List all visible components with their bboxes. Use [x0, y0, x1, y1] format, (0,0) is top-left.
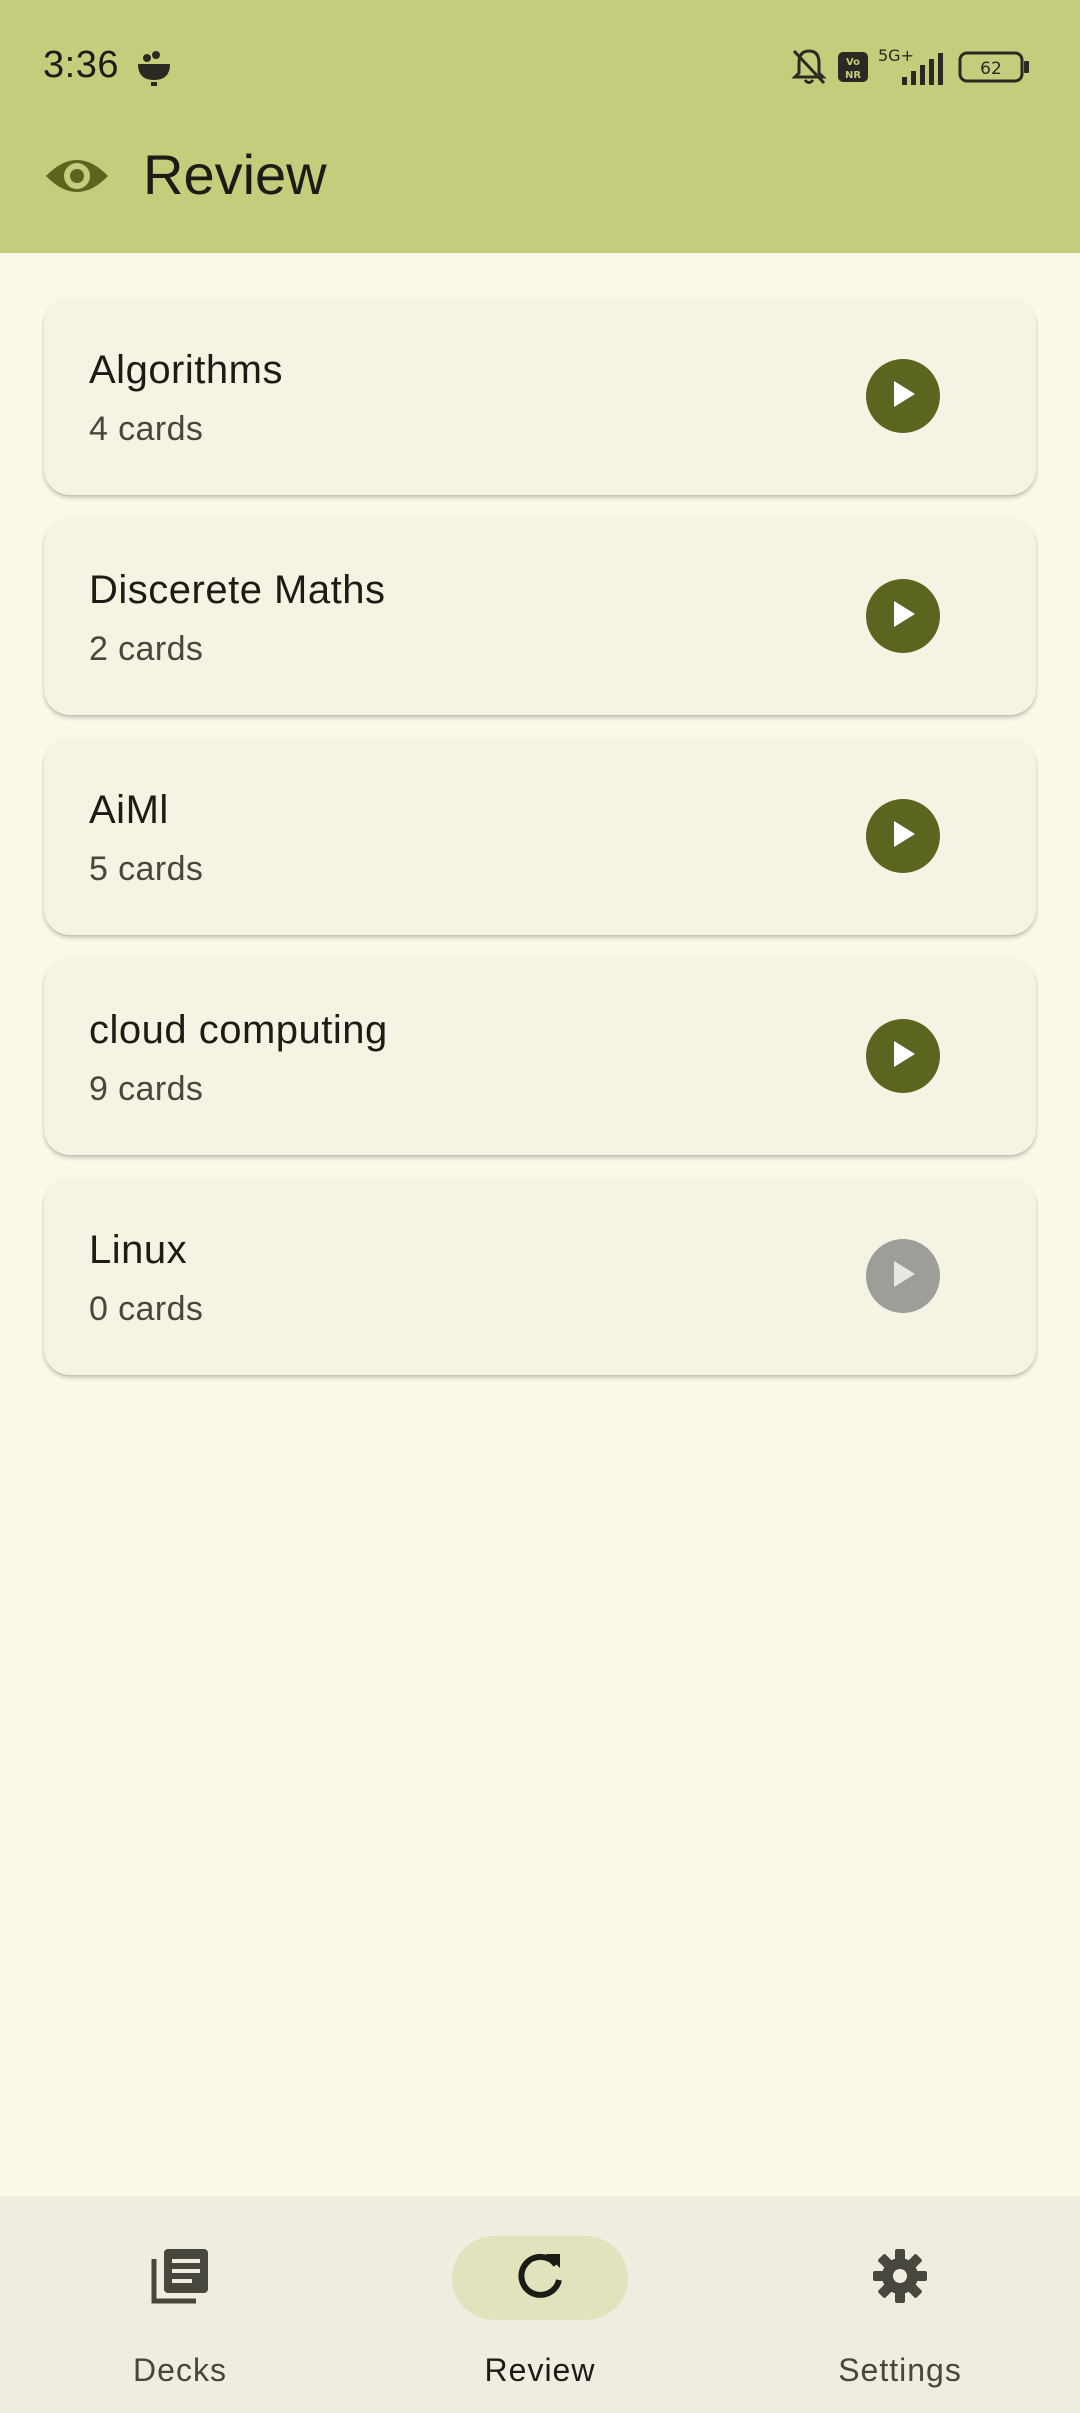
- nav-item-settings[interactable]: Settings: [720, 2196, 1080, 2413]
- nav-item-decks[interactable]: Decks: [0, 2196, 360, 2413]
- nav-item-review[interactable]: Review: [360, 2196, 720, 2413]
- play-button[interactable]: [866, 799, 940, 873]
- deck-name: AiMl: [89, 788, 169, 832]
- gear-icon: [871, 2247, 929, 2310]
- play-icon: [888, 1258, 918, 1295]
- svg-text:5G+: 5G+: [878, 47, 914, 65]
- volte-icon: Vo NR: [838, 51, 868, 83]
- deck-card-count: 4 cards: [89, 410, 204, 448]
- deck-card-count: 5 cards: [89, 850, 204, 888]
- play-button[interactable]: [866, 359, 940, 433]
- status-bar: 3:36 Vo NR 5G+ 62: [0, 0, 1080, 135]
- nav-review-label: Review: [484, 2352, 596, 2388]
- deck-card-linux[interactable]: Linux 0 cards: [44, 1178, 1036, 1375]
- bell-off-icon: [790, 47, 828, 87]
- nav-decks-label: Decks: [133, 2352, 227, 2388]
- status-time: 3:36: [43, 44, 119, 86]
- refresh-icon: [514, 2250, 566, 2307]
- status-indicators: Vo NR 5G+ 62: [790, 44, 1030, 90]
- nav-review-pill: [452, 2236, 628, 2320]
- eye-icon: [44, 148, 110, 204]
- top-app-bar: 3:36 Vo NR 5G+ 62 Review: [0, 0, 1080, 253]
- deck-name: Discerete Maths: [89, 568, 386, 612]
- nav-decks-pill: [92, 2236, 268, 2320]
- nav-settings-pill: [812, 2236, 988, 2320]
- deck-card-algorithms[interactable]: Algorithms 4 cards: [44, 298, 1036, 495]
- svg-text:NR: NR: [845, 70, 861, 81]
- deck-card-aiml[interactable]: AiMl 5 cards: [44, 738, 1036, 935]
- play-icon: [888, 598, 918, 635]
- play-icon: [888, 818, 918, 855]
- deck-card-cloud-computing[interactable]: cloud computing 9 cards: [44, 958, 1036, 1155]
- battery-icon: 62: [958, 51, 1030, 83]
- signal-icon: 5G+: [878, 47, 948, 87]
- play-button[interactable]: [866, 579, 940, 653]
- deck-card-count: 0 cards: [89, 1290, 204, 1328]
- nav-settings-label: Settings: [838, 2352, 962, 2388]
- notification-app-icon: [134, 48, 174, 86]
- deck-list: Algorithms 4 cards Discerete Maths 2 car…: [44, 298, 1036, 1398]
- bottom-navigation: Decks Review Settings: [0, 2196, 1080, 2413]
- play-icon: [888, 378, 918, 415]
- svg-text:Vo: Vo: [846, 57, 860, 68]
- page-title: Review: [143, 143, 327, 206]
- decks-icon: [150, 2247, 210, 2310]
- deck-name: cloud computing: [89, 1008, 388, 1052]
- battery-level: 62: [980, 59, 1002, 79]
- play-icon: [888, 1038, 918, 1075]
- deck-card-count: 9 cards: [89, 1070, 204, 1108]
- play-button-disabled: [866, 1239, 940, 1313]
- deck-name: Algorithms: [89, 348, 283, 392]
- deck-card-discrete-maths[interactable]: Discerete Maths 2 cards: [44, 518, 1036, 715]
- deck-card-count: 2 cards: [89, 630, 204, 668]
- play-button[interactable]: [866, 1019, 940, 1093]
- deck-name: Linux: [89, 1228, 188, 1272]
